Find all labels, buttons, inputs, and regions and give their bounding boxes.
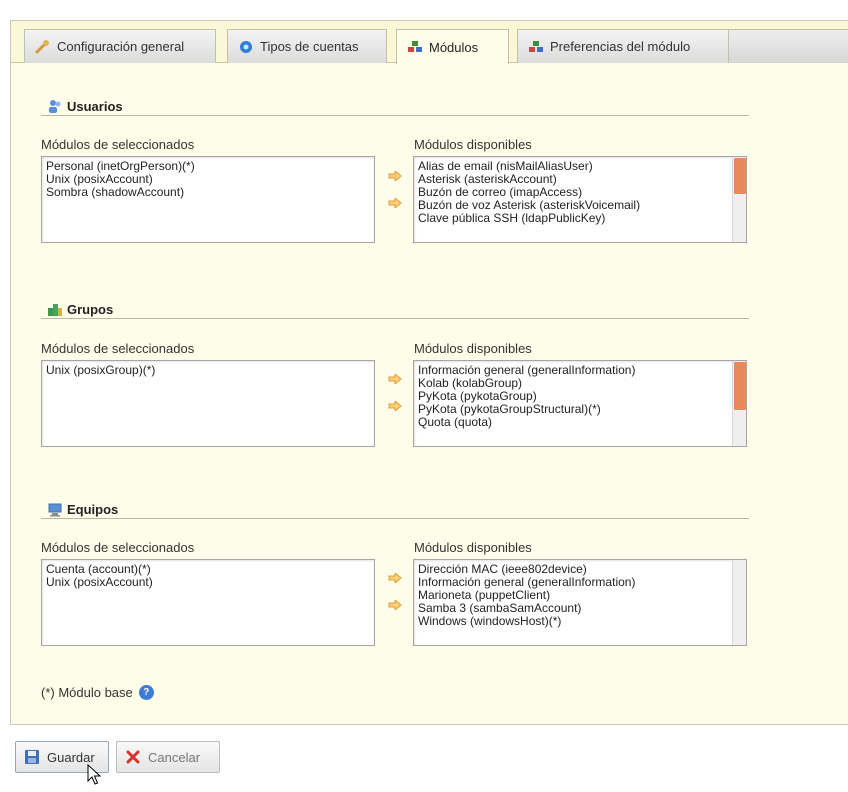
base-module-footnote: (*) Módulo base ?	[41, 685, 154, 700]
cancel-button[interactable]: Cancelar	[116, 741, 220, 773]
users-available-list[interactable]: Alias de email (nisMailAliasUser) Asteri…	[413, 156, 747, 243]
tab-general-settings[interactable]: Configuración general	[24, 29, 216, 63]
hosts-available-label: Módulos disponibles	[414, 540, 532, 555]
scrollbar-thumb[interactable]	[734, 362, 746, 410]
users-add-arrow-icon[interactable]	[388, 171, 402, 181]
tab-label: Tipos de cuentas	[260, 39, 359, 54]
list-item[interactable]: Windows (windowsHost)(*)	[418, 615, 728, 628]
wrench-icon	[35, 39, 51, 55]
users-available-label: Módulos disponibles	[414, 137, 532, 152]
modules-panel: Configuración general Tipos de cuentas M…	[10, 20, 848, 725]
tab-bar: Configuración general Tipos de cuentas M…	[11, 21, 848, 64]
mouse-cursor-icon	[87, 764, 101, 785]
tab-modules[interactable]: Módulos	[396, 29, 509, 64]
save-icon	[24, 749, 40, 765]
list-item[interactable]: Unix (posixAccount)	[46, 576, 370, 589]
list-item[interactable]: Quota (quota)	[418, 416, 728, 429]
users-icon	[47, 99, 63, 115]
groups-selected-list[interactable]: Unix (posixGroup)(*)	[41, 360, 375, 447]
list-item[interactable]: Sombra (shadowAccount)	[46, 186, 370, 199]
hosts-remove-arrow-icon[interactable]	[388, 600, 402, 610]
scrollbar[interactable]	[732, 157, 746, 242]
scrollbar[interactable]	[732, 560, 746, 645]
hosts-add-arrow-icon[interactable]	[388, 573, 402, 583]
tab-label: Preferencias del módulo	[550, 39, 691, 54]
tab-module-preferences[interactable]: Preferencias del módulo	[517, 29, 729, 63]
tab-label: Módulos	[429, 39, 479, 55]
groups-icon	[47, 302, 63, 318]
groups-remove-arrow-icon[interactable]	[388, 401, 402, 411]
users-selected-list[interactable]: Personal (inetOrgPerson)(*) Unix (posixA…	[41, 156, 375, 243]
hosts-selected-label: Módulos de seleccionados	[41, 540, 195, 555]
account-types-icon	[238, 39, 254, 55]
tab-account-types[interactable]: Tipos de cuentas	[227, 29, 387, 63]
hosts-selected-list[interactable]: Cuenta (account)(*) Unix (posixAccount)	[41, 559, 375, 646]
groups-available-list[interactable]: Información general (generalInformation)…	[413, 360, 747, 447]
modules-icon	[407, 39, 423, 55]
section-users-title: Usuarios	[41, 98, 749, 116]
section-groups-title: Grupos	[41, 301, 749, 319]
groups-available-label: Módulos disponibles	[414, 341, 532, 356]
module-preferences-icon	[528, 39, 544, 55]
tab-label: Configuración general	[57, 39, 185, 54]
tab-bar-filler	[729, 29, 848, 63]
scrollbar[interactable]	[732, 361, 746, 446]
list-item[interactable]: Clave pública SSH (ldapPublicKey)	[418, 212, 728, 225]
section-hosts-title: Equipos	[41, 501, 749, 519]
groups-selected-label: Módulos de seleccionados	[41, 341, 195, 356]
hosts-available-list[interactable]: Dirección MAC (ieee802device) Informació…	[413, 559, 747, 646]
cancel-icon	[125, 749, 141, 765]
help-icon[interactable]: ?	[138, 685, 154, 700]
scrollbar-thumb[interactable]	[734, 158, 746, 194]
list-item[interactable]: Unix (posixGroup)(*)	[46, 364, 370, 377]
groups-add-arrow-icon[interactable]	[388, 374, 402, 384]
users-remove-arrow-icon[interactable]	[388, 198, 402, 208]
hosts-icon	[47, 502, 63, 518]
users-selected-label: Módulos de seleccionados	[41, 137, 195, 152]
